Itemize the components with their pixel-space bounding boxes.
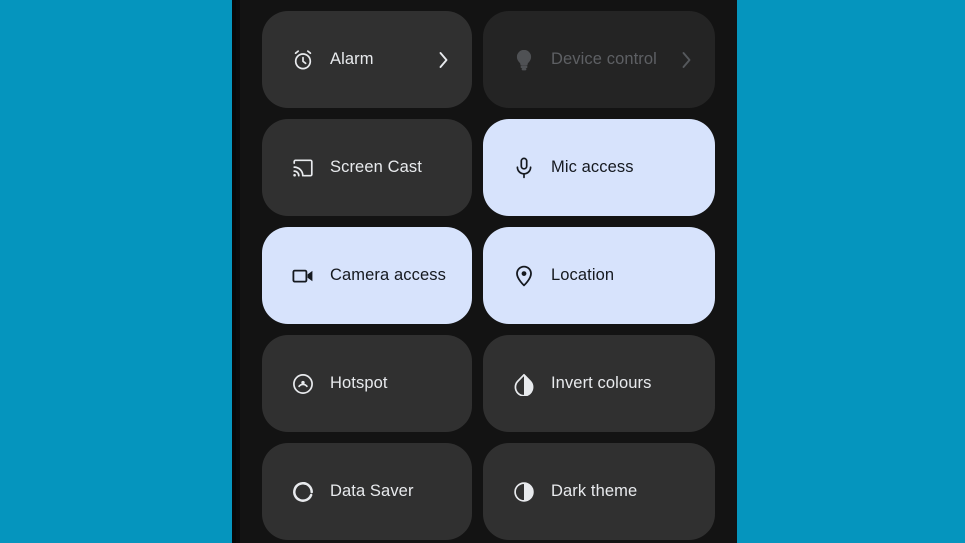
quick-settings-tile-screen-cast[interactable]: Screen Cast (262, 119, 472, 216)
quick-settings-tile-label: Invert colours (551, 374, 652, 393)
quick-settings-tile-mic-access[interactable]: Mic access (483, 119, 715, 216)
quick-settings-tile-hotspot[interactable]: Hotspot (262, 335, 472, 432)
screenshot-root: Alarm Device control Screen Cast Mic acc… (0, 0, 965, 543)
location-pin-icon (511, 263, 537, 289)
cast-icon (290, 155, 316, 181)
quick-settings-tile-grid: Alarm Device control Screen Cast Mic acc… (262, 0, 715, 540)
dark-theme-icon (511, 479, 537, 505)
quick-settings-tile-location[interactable]: Location (483, 227, 715, 324)
chevron-right-icon[interactable] (437, 49, 450, 71)
invert-colours-icon (511, 371, 537, 397)
quick-settings-tile-label: Device control (551, 50, 657, 69)
video-camera-icon (290, 263, 316, 289)
chevron-right-icon[interactable] (680, 49, 693, 71)
quick-settings-tile-label: Mic access (551, 158, 634, 177)
hotspot-icon (290, 371, 316, 397)
quick-settings-tile-label: Alarm (330, 50, 374, 69)
quick-settings-tile-label: Dark theme (551, 482, 638, 501)
quick-settings-tile-label: Hotspot (330, 374, 388, 393)
quick-settings-tile-alarm[interactable]: Alarm (262, 11, 472, 108)
quick-settings-tile-camera-access[interactable]: Camera access (262, 227, 472, 324)
microphone-icon (511, 155, 537, 181)
quick-settings-tile-data-saver[interactable]: Data Saver (262, 443, 472, 540)
quick-settings-tile-label: Camera access (330, 266, 446, 285)
quick-settings-tile-device-control[interactable]: Device control (483, 11, 715, 108)
phone-device-frame: Alarm Device control Screen Cast Mic acc… (232, 0, 737, 543)
quick-settings-tile-label: Data Saver (330, 482, 414, 501)
data-saver-icon (290, 479, 316, 505)
quick-settings-tile-invert-colours[interactable]: Invert colours (483, 335, 715, 432)
lightbulb-icon (511, 47, 537, 73)
quick-settings-tile-label: Screen Cast (330, 158, 422, 177)
quick-settings-panel: Alarm Device control Screen Cast Mic acc… (240, 0, 737, 543)
quick-settings-tile-dark-theme[interactable]: Dark theme (483, 443, 715, 540)
quick-settings-tile-label: Location (551, 266, 615, 285)
alarm-icon (290, 47, 316, 73)
